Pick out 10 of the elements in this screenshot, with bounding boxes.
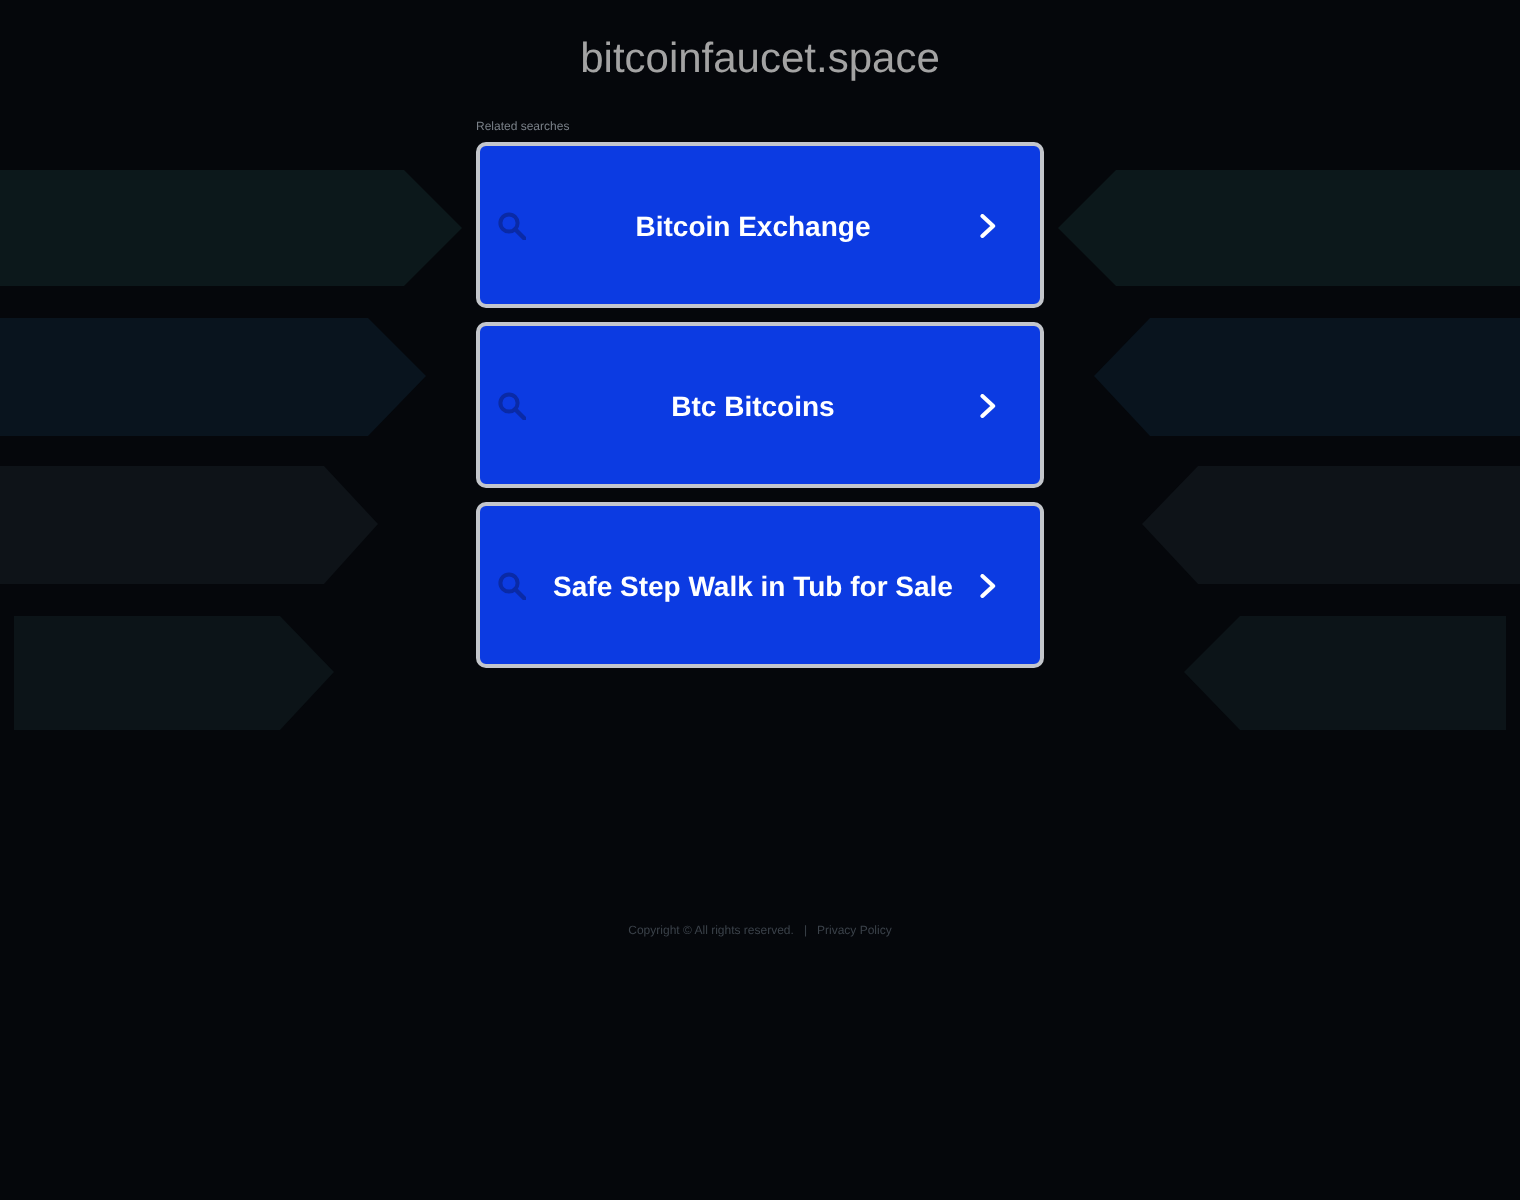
search-icon: [498, 571, 526, 599]
search-result-button[interactable]: Btc Bitcoins: [476, 322, 1044, 488]
search-result-button[interactable]: Bitcoin Exchange: [476, 142, 1044, 308]
search-icon: [498, 391, 526, 419]
chevron-right-icon: [980, 573, 996, 597]
search-result-button[interactable]: Safe Step Walk in Tub for Sale: [476, 502, 1044, 668]
chevron-right-icon: [980, 393, 996, 417]
chevron-right-icon: [980, 213, 996, 237]
domain-title: bitcoinfaucet.space: [580, 36, 940, 84]
search-icon: [498, 211, 526, 239]
